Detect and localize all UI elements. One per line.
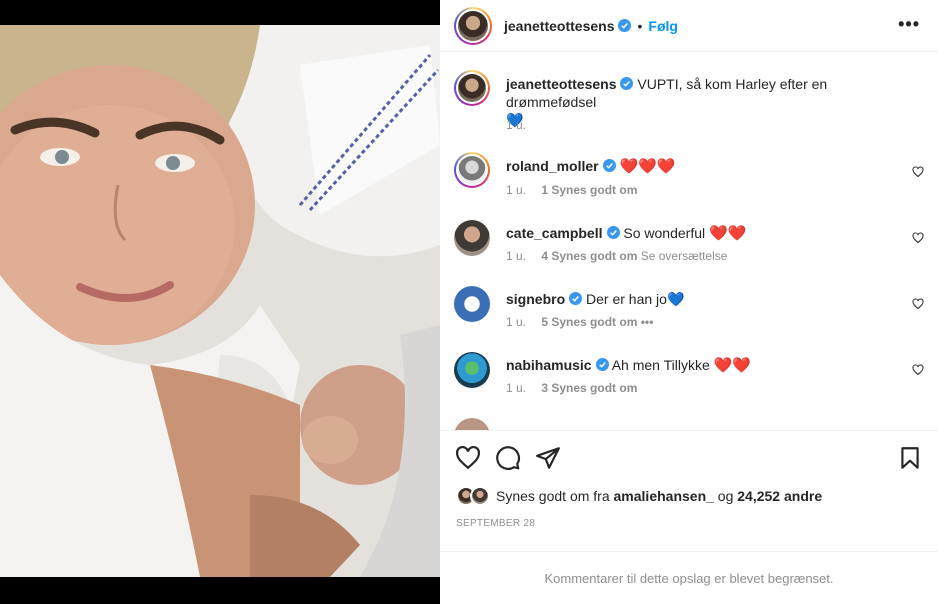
- caption-meta: 1 u.: [506, 118, 538, 132]
- follow-button[interactable]: Følg: [648, 18, 678, 34]
- comments-restricted-notice: Kommentarer til dette opslag er blevet b…: [440, 551, 938, 604]
- comment-item: cate_campbell So wonderful ❤️❤️ 1 u. 4 S…: [454, 220, 924, 270]
- likes-summary: Synes godt om fra amaliehansen_ og 24,25…: [456, 486, 822, 506]
- like-comment-heart-icon[interactable]: [912, 166, 924, 178]
- comment-username[interactable]: roland_moller: [506, 158, 599, 174]
- comment-text: Der er han jo: [586, 291, 667, 307]
- likes-connector: og: [717, 488, 734, 504]
- post-date[interactable]: SEPTEMBER 28: [456, 518, 535, 529]
- post-panel: jeanetteottesens • Følg ••• jeanetteotte…: [440, 0, 938, 604]
- restricted-text: Kommentarer til dette opslag er blevet b…: [544, 570, 834, 586]
- comment-more-button[interactable]: •••: [641, 315, 654, 329]
- comment-meta: 1 u. 3 Synes godt om: [506, 381, 637, 395]
- comments-list: jeanetteottesens VUPTI, så kom Harley ef…: [440, 52, 938, 430]
- caption: jeanetteottesens VUPTI, så kom Harley ef…: [454, 70, 924, 150]
- comment-emoji: 💙: [666, 291, 685, 307]
- liker-avatars[interactable]: [456, 486, 490, 506]
- separator-dot: •: [637, 17, 643, 34]
- comment-likes[interactable]: 1 Synes godt om: [541, 183, 637, 197]
- comment-emoji: ❤️❤️❤️: [619, 158, 676, 175]
- like-comment-heart-icon[interactable]: [912, 298, 924, 310]
- caption-avatar[interactable]: [454, 70, 490, 106]
- like-heart-icon[interactable]: [455, 445, 481, 471]
- verified-icon: [569, 292, 583, 305]
- comment-avatar[interactable]: [454, 286, 490, 322]
- action-bar: [440, 430, 938, 484]
- verified-icon: [618, 19, 632, 32]
- likes-prefix: Synes godt om fra: [496, 488, 610, 504]
- comment-username[interactable]: cate_campbell: [506, 225, 603, 241]
- comment-time[interactable]: 1 u.: [506, 183, 526, 197]
- comment-username[interactable]: nabihamusic: [506, 357, 592, 373]
- share-paper-plane-icon[interactable]: [535, 445, 561, 471]
- comment-item: roland_moller ❤️❤️❤️ 1 u. 1 Synes godt o…: [454, 152, 924, 202]
- caption-time[interactable]: 1 u.: [506, 118, 526, 132]
- like-comment-heart-icon[interactable]: [912, 232, 924, 244]
- verified-icon: [606, 226, 620, 239]
- comment-meta: 1 u. 5 Synes godt om •••: [506, 315, 665, 329]
- comment-bubble-icon[interactable]: [495, 445, 521, 471]
- comment-emoji: ❤️❤️: [709, 225, 747, 242]
- caption-username[interactable]: jeanetteottesens: [506, 76, 616, 92]
- comment-likes[interactable]: 5 Synes godt om: [541, 315, 637, 329]
- post-header: jeanetteottesens • Følg •••: [440, 0, 938, 52]
- media-area: [0, 0, 440, 604]
- like-comment-heart-icon[interactable]: [912, 364, 924, 376]
- comment-item: nabihamusic Ah men Tillykke ❤️❤️ 1 u. 3 …: [454, 352, 924, 402]
- likes-count-link[interactable]: 24,252 andre: [737, 488, 822, 504]
- avatar: [470, 486, 490, 506]
- comment-emoji: ❤️❤️: [713, 357, 752, 374]
- comment-avatar[interactable]: [454, 418, 490, 430]
- likes-user-link[interactable]: amaliehansen_: [614, 488, 714, 504]
- more-options-button[interactable]: •••: [898, 15, 920, 33]
- comment-time[interactable]: 1 u.: [506, 249, 526, 263]
- bookmark-icon[interactable]: [897, 445, 923, 471]
- post-photo[interactable]: [0, 25, 440, 577]
- comment-avatar[interactable]: [454, 152, 490, 188]
- verified-icon: [620, 77, 634, 90]
- author-username[interactable]: jeanetteottesens: [504, 18, 614, 34]
- comment-time[interactable]: 1 u.: [506, 381, 526, 395]
- comment-text: So wonderful: [623, 225, 706, 241]
- verified-icon: [595, 358, 609, 371]
- comment-item: signebro Der er han jo💙 1 u. 5 Synes god…: [454, 286, 924, 336]
- comment-avatar[interactable]: [454, 220, 490, 256]
- see-translation-link[interactable]: Se oversættelse: [641, 249, 728, 263]
- comment-avatar[interactable]: [454, 352, 490, 388]
- comment-meta: 1 u. 1 Synes godt om: [506, 183, 637, 197]
- comment-likes[interactable]: 3 Synes godt om: [541, 381, 637, 395]
- comment-likes[interactable]: 4 Synes godt om: [541, 249, 637, 263]
- comment-username[interactable]: signebro: [506, 291, 565, 307]
- comment-text: Ah men Tillykke: [611, 357, 710, 373]
- comment-time[interactable]: 1 u.: [506, 315, 526, 329]
- verified-icon: [602, 159, 616, 172]
- author-avatar[interactable]: [454, 6, 492, 45]
- comment-meta: 1 u. 4 Synes godt om Se oversættelse: [506, 249, 739, 263]
- comment-item-partial: [454, 418, 924, 430]
